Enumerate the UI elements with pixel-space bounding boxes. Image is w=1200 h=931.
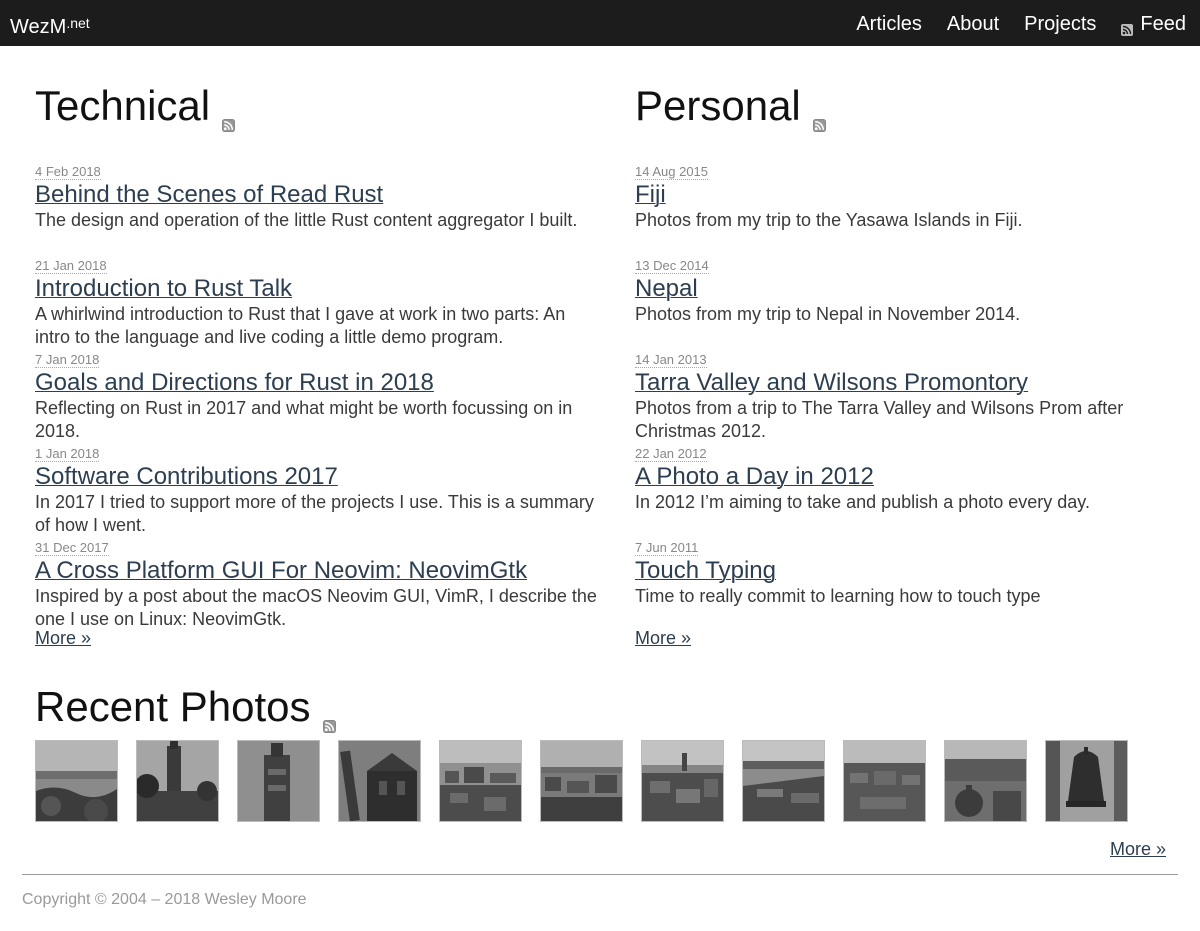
post-title-link[interactable]: Touch Typing [635, 557, 1200, 585]
post-title-link[interactable]: Goals and Directions for Rust in 2018 [35, 369, 600, 397]
photos-heading: Recent Photos [35, 681, 336, 733]
post-title-link[interactable]: Behind the Scenes of Read Rust [35, 181, 600, 209]
photo-thumbnails [35, 740, 1128, 822]
technical-rss-icon[interactable] [222, 92, 236, 132]
post-date: 14 Aug 2015 [635, 164, 709, 180]
technical-title: Technical [35, 82, 211, 129]
post-description: A whirlwind introduction to Rust that I … [35, 304, 566, 347]
personal-section: Personal 14 Aug 2015 Fiji Photos from my… [635, 80, 1200, 633]
post-description: In 2017 I tried to support more of the p… [35, 492, 594, 535]
photo-thumbnail-city[interactable] [843, 740, 926, 822]
post-date: 13 Dec 2014 [635, 258, 709, 274]
technical-list: 4 Feb 2018 Behind the Scenes of Read Rus… [35, 163, 600, 633]
site-logo-link[interactable]: WezM.net [10, 15, 90, 38]
post-date: 1 Jan 2018 [35, 446, 100, 462]
list-item: 22 Jan 2012 A Photo a Day in 2012 In 201… [635, 445, 1200, 539]
post-date: 31 Dec 2017 [35, 540, 109, 556]
post-date: 22 Jan 2012 [635, 446, 707, 462]
photo-thumbnail-bell[interactable] [1045, 740, 1128, 822]
photos-title: Recent Photos [35, 683, 311, 730]
brand-name: WezM [10, 16, 67, 38]
list-item: 31 Dec 2017 A Cross Platform GUI For Neo… [35, 539, 600, 633]
list-item: 4 Feb 2018 Behind the Scenes of Read Rus… [35, 163, 600, 257]
nav-feed-label: Feed [1140, 13, 1186, 35]
list-item: 14 Jan 2013 Tarra Valley and Wilsons Pro… [635, 351, 1200, 445]
photo-thumbnail-city[interactable] [641, 740, 724, 822]
personal-title: Personal [635, 82, 801, 129]
post-title-link[interactable]: Fiji [635, 181, 1200, 209]
photo-thumbnail-city[interactable] [439, 740, 522, 822]
list-item: 14 Aug 2015 Fiji Photos from my trip to … [635, 163, 1200, 257]
list-item: 13 Dec 2014 Nepal Photos from my trip to… [635, 257, 1200, 351]
post-description: Photos from a trip to The Tarra Valley a… [635, 398, 1124, 441]
list-item: 21 Jan 2018 Introduction to Rust Talk A … [35, 257, 600, 351]
post-description: The design and operation of the little R… [35, 210, 578, 230]
post-description: Reflecting on Rust in 2017 and what migh… [35, 398, 573, 441]
photo-thumbnail-tower[interactable] [136, 740, 219, 822]
photo-thumbnail-tower[interactable] [237, 740, 320, 822]
post-title-link[interactable]: Introduction to Rust Talk [35, 275, 600, 303]
post-description: Photos from my trip to Nepal in November… [635, 304, 1021, 324]
post-date: 7 Jan 2018 [35, 352, 100, 368]
post-title-link[interactable]: A Cross Platform GUI For Neovim: NeovimG… [35, 557, 600, 585]
photo-thumbnail-cathedral[interactable] [338, 740, 421, 822]
technical-heading: Technical [35, 80, 600, 132]
photo-thumbnail-coastline[interactable] [35, 740, 118, 822]
personal-rss-icon[interactable] [812, 92, 826, 132]
footer-divider [22, 874, 1178, 875]
post-description: Photos from my trip to the Yasawa Island… [635, 210, 1023, 230]
post-date: 21 Jan 2018 [35, 258, 107, 274]
personal-more-link[interactable]: More » [635, 628, 691, 649]
photos-more-link[interactable]: More » [1110, 839, 1166, 860]
list-item: 7 Jun 2011 Touch Typing Time to really c… [635, 539, 1200, 633]
post-title-link[interactable]: Tarra Valley and Wilsons Promontory [635, 369, 1200, 397]
brand-suffix: .net [66, 15, 90, 31]
technical-section: Technical 4 Feb 2018 Behind the Scenes o… [35, 80, 600, 633]
photo-thumbnail-city[interactable] [742, 740, 825, 822]
photo-thumbnail-city[interactable] [540, 740, 623, 822]
technical-more-link[interactable]: More » [35, 628, 91, 649]
personal-heading: Personal [635, 80, 1200, 132]
post-date: 4 Feb 2018 [35, 164, 101, 180]
nav-feed[interactable]: Feed [1121, 12, 1186, 36]
nav-about[interactable]: About [947, 12, 999, 36]
list-item: 1 Jan 2018 Software Contributions 2017 I… [35, 445, 600, 539]
rss-icon [1121, 18, 1134, 36]
nav-articles[interactable]: Articles [856, 12, 922, 36]
post-description: Inspired by a post about the macOS Neovi… [35, 586, 597, 629]
post-title-link[interactable]: A Photo a Day in 2012 [635, 463, 1200, 491]
nav-projects[interactable]: Projects [1024, 12, 1096, 36]
personal-list: 14 Aug 2015 Fiji Photos from my trip to … [635, 163, 1200, 633]
copyright-text: Copyright © 2004 – 2018 Wesley Moore [22, 891, 307, 908]
post-date: 7 Jun 2011 [635, 540, 699, 556]
post-title-link[interactable]: Nepal [635, 275, 1200, 303]
main-nav: Articles About Projects Feed [856, 12, 1186, 36]
post-description: In 2012 I’m aiming to take and publish a… [635, 492, 1090, 512]
post-date: 14 Jan 2013 [635, 352, 707, 368]
photo-thumbnail-city[interactable] [944, 740, 1027, 822]
list-item: 7 Jan 2018 Goals and Directions for Rust… [35, 351, 600, 445]
post-title-link[interactable]: Software Contributions 2017 [35, 463, 600, 491]
top-navigation-bar: WezM.net Articles About Projects Feed [0, 0, 1200, 46]
photos-rss-icon[interactable] [322, 693, 336, 733]
post-description: Time to really commit to learning how to… [635, 586, 1041, 606]
